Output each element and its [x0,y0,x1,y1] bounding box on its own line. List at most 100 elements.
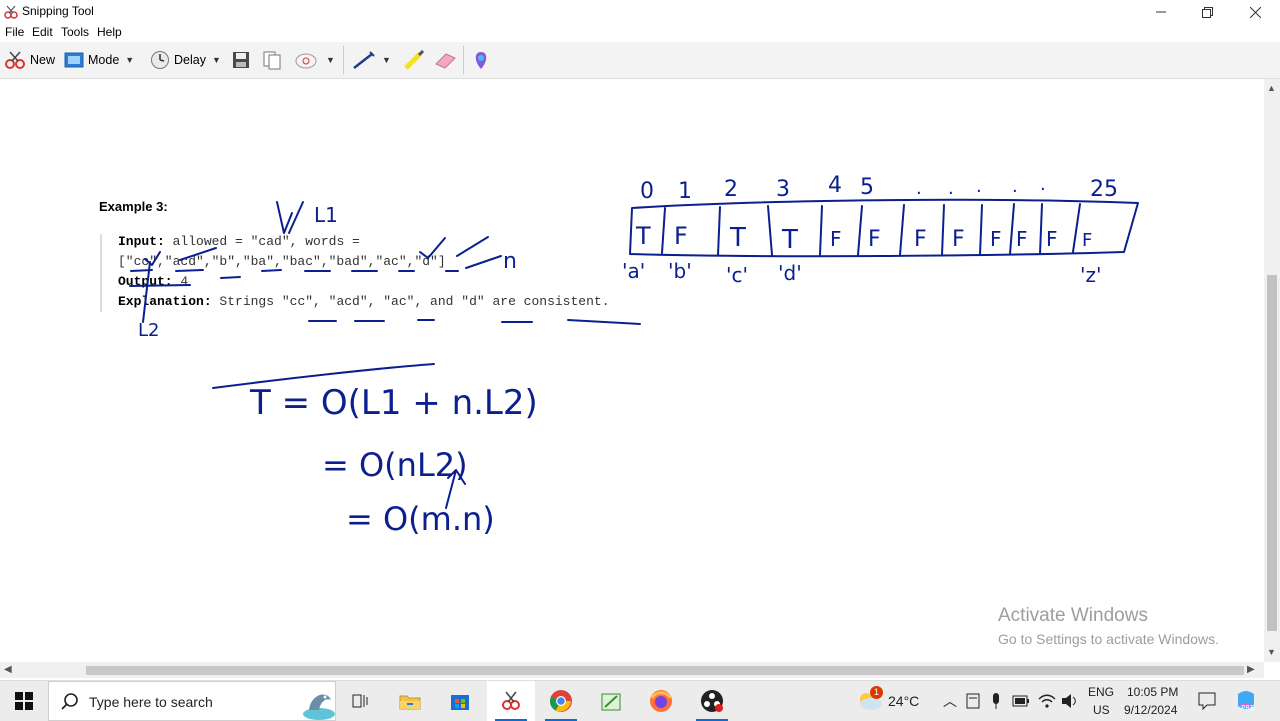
delay-button[interactable]: Delay ▼ [150,48,221,72]
search-placeholder: Type here to search [89,694,213,710]
output-line: Output: 4 [118,274,188,289]
weather-widget[interactable]: 1 [856,686,884,714]
snipping-tool-taskbar-button[interactable] [487,681,535,721]
scroll-left-icon[interactable]: ◀ [4,664,12,675]
snipping-tool-icon [4,5,18,19]
pen-button[interactable]: ▼ [352,48,391,72]
close-button[interactable] [1232,0,1278,24]
delay-label: Delay [174,53,206,67]
restore-icon [1201,6,1213,18]
send-email-icon [295,53,317,69]
input-label: Input: [118,234,165,249]
language-indicator-line2[interactable]: US [1093,703,1110,717]
language-indicator-line1[interactable]: ENG [1088,685,1114,699]
toolbar-divider [463,46,464,74]
input-value-1: allowed = "cad", words = [164,234,360,249]
snipping-tool-icon [502,691,520,710]
copy-button[interactable] [262,48,282,72]
output-value: 4 [172,274,189,289]
menu-tools[interactable]: Tools [61,25,89,39]
folder-icon [399,695,421,710]
show-hidden-icons-icon[interactable]: ︿ [943,691,957,711]
scroll-down-icon[interactable]: ▼ [1267,647,1276,657]
explanation-label: Explanation: [118,294,212,309]
chrome-button[interactable] [537,681,585,721]
chevron-down-icon: ▼ [125,55,135,65]
store-icon [451,695,469,710]
input-line-2: ["cc","acd","b","ba","bac","bad","ac","d… [118,254,446,269]
windows-logo-icon [15,692,33,710]
copilot-icon[interactable]: PRE [1234,690,1258,712]
menu-edit[interactable]: Edit [32,25,53,39]
task-view-button[interactable] [336,681,384,721]
minimize-icon [1156,11,1166,13]
firefox-icon [650,690,672,712]
example-title: Example 3: [99,199,168,214]
clock-date[interactable]: 9/12/2024 [1124,703,1177,717]
new-label: New [30,53,56,67]
snip-canvas[interactable] [0,79,1264,662]
store-button[interactable] [436,681,484,721]
wifi-icon[interactable] [1038,693,1056,709]
paint-app-button[interactable] [587,681,635,721]
mode-button[interactable]: Mode ▼ [64,48,134,72]
explanation-line: Explanation: Strings "cc", "acd", "ac", … [118,294,610,309]
menu-file[interactable]: File [5,25,24,39]
firefox-button[interactable] [637,681,685,721]
start-button[interactable] [0,681,48,721]
restore-button[interactable] [1184,0,1230,24]
scroll-right-icon[interactable]: ▶ [1247,664,1255,675]
clock-time[interactable]: 10:05 PM [1127,685,1178,699]
minimize-button[interactable] [1138,0,1184,24]
volume-icon[interactable] [1061,693,1079,709]
paint-3d-icon [475,52,487,69]
highlighter-button[interactable] [403,48,425,72]
activate-windows-subtitle: Go to Settings to activate Windows. [998,631,1219,647]
save-icon [233,52,249,68]
explanation-text: Strings "cc", "acd", "ac", and "d" are c… [211,294,610,309]
new-snip-icon [5,51,25,69]
battery-icon[interactable] [1012,694,1030,708]
horizontal-scrollbar[interactable]: ◀ ▶ [0,662,1264,678]
send-snip-button[interactable]: ▼ [294,48,335,72]
dolphin-search-highlight-icon [303,694,335,720]
toolbar: New Mode ▼ Delay ▼ ▼ ▼ [0,42,1280,79]
clock-icon [151,51,169,69]
code-block-border [100,234,102,312]
scroll-up-icon[interactable]: ▲ [1267,83,1276,93]
window-title: Snipping Tool [22,4,94,18]
horizontal-scroll-thumb[interactable] [86,666,1244,675]
search-icon [61,693,78,710]
menu-help[interactable]: Help [97,25,122,39]
file-explorer-button[interactable] [386,681,434,721]
output-label: Output: [118,274,173,289]
mode-label: Mode [88,53,120,67]
weather-badge: 1 [870,686,883,699]
svg-text:PRE: PRE [1241,704,1255,712]
highlighter-icon [404,50,425,70]
new-button[interactable]: New [4,48,55,72]
save-button[interactable] [231,48,251,72]
eraser-icon [435,53,456,69]
notifications-icon[interactable] [1198,692,1216,710]
chevron-down-icon: ▼ [382,55,391,65]
title-bar: Snipping Tool [0,0,1280,24]
activate-windows-title: Activate Windows [998,605,1148,626]
device-icon[interactable] [966,693,980,709]
vertical-scroll-thumb[interactable] [1267,275,1277,631]
paint3d-button[interactable] [472,48,490,72]
temperature: 24°C [888,693,920,709]
toolbar-divider [343,46,344,74]
copy-icon [263,51,281,70]
vertical-scrollbar[interactable]: ▲ ▼ [1264,79,1280,662]
obs-button[interactable] [688,681,736,721]
chevron-down-icon: ▼ [211,55,221,65]
paint-icon [601,693,621,711]
input-line-1: Input: allowed = "cad", words = [118,234,360,249]
eraser-button[interactable] [433,48,457,72]
taskbar-search-box[interactable]: Type here to search [48,681,336,721]
close-icon [1249,6,1261,18]
taskbar: Type here to search 1 24°C ︿ ENG US 10:0… [0,680,1280,721]
chrome-icon [550,690,572,712]
microphone-icon[interactable] [990,692,1002,710]
